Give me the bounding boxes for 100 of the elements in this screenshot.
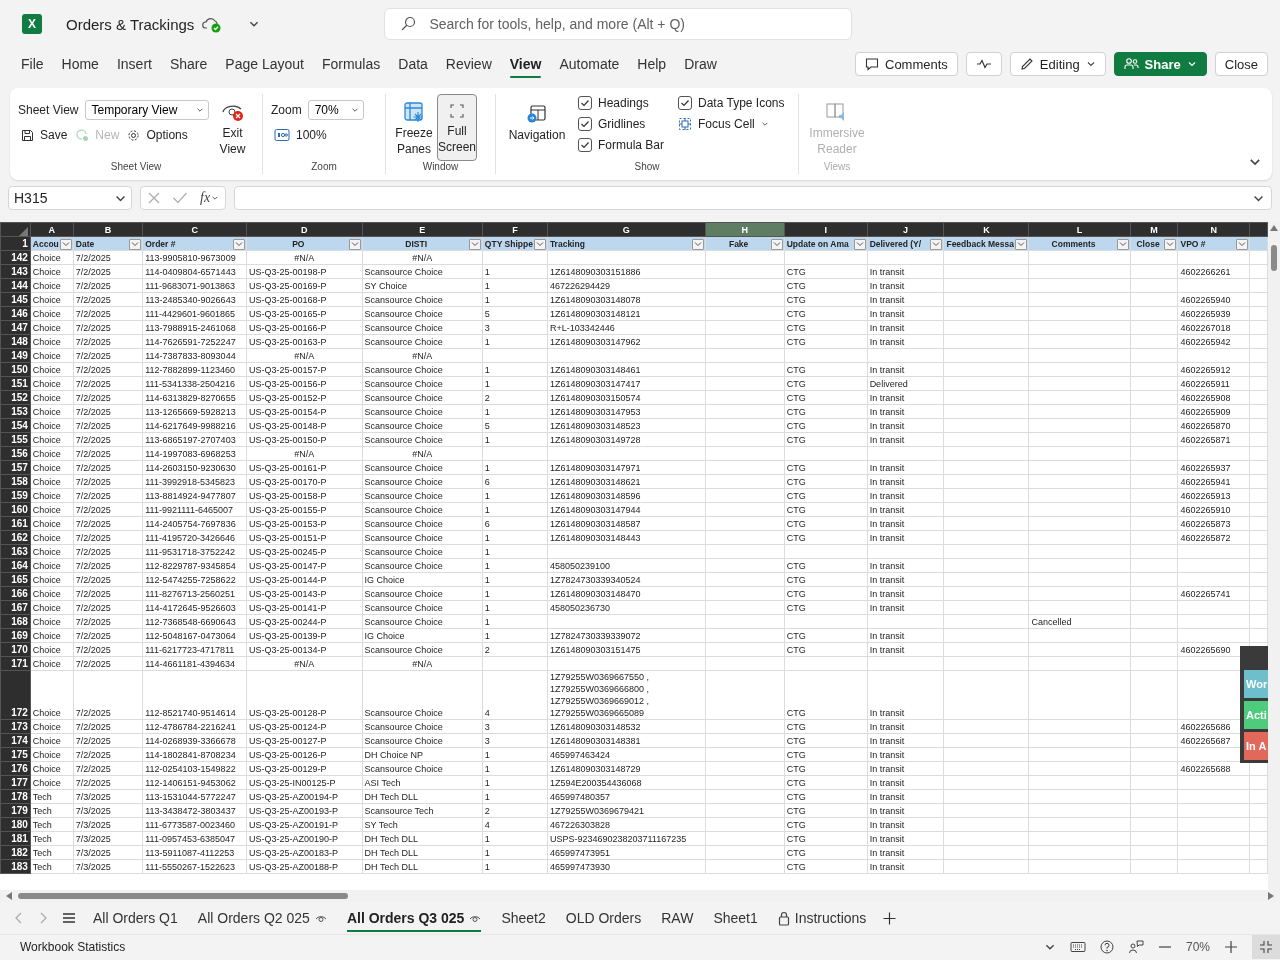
sheet-tab[interactable]: OLD Orders (556, 904, 651, 932)
checkbox-label[interactable]: Data Type Icons (698, 96, 785, 110)
filter-button[interactable] (930, 238, 943, 250)
checkbox[interactable] (678, 96, 693, 110)
exit-full-screen-button[interactable] (1252, 935, 1280, 959)
table-cell: In transit (867, 628, 944, 643)
activity-button[interactable] (965, 52, 1002, 76)
menu-tab[interactable]: Insert (107, 50, 161, 78)
name-box[interactable]: H315 (8, 186, 132, 210)
column-header[interactable]: G (547, 222, 706, 237)
comments-button[interactable]: Comments (855, 52, 958, 76)
focus-cell-button[interactable]: Focus Cell (678, 117, 785, 131)
table-cell: 7/2/2025 (73, 670, 143, 720)
menu-tab[interactable]: Review (436, 50, 501, 78)
column-header[interactable]: C (142, 222, 247, 237)
caret-icon (235, 241, 244, 247)
close-button[interactable]: Close (1214, 52, 1268, 76)
filter-button[interactable] (853, 238, 866, 250)
exit-view-button[interactable]: Exit View (214, 94, 251, 161)
sheet-tab[interactable]: Sheet2 (492, 904, 555, 932)
column-header[interactable]: A (30, 222, 74, 237)
cancel-icon[interactable] (146, 191, 161, 205)
editing-button[interactable]: Editing (1009, 52, 1106, 76)
sheet-tab[interactable]: All Orders Q3 025 (337, 904, 491, 932)
filter-button[interactable] (129, 238, 142, 250)
column-header[interactable]: B (73, 222, 143, 237)
formula-input[interactable] (234, 186, 1272, 210)
menu-tab[interactable]: Help (628, 50, 676, 78)
feedback-icon[interactable] (1127, 940, 1144, 954)
column-header[interactable]: I (784, 222, 868, 237)
search-field[interactable]: Search for tools, help, and more (Alt + Q) (384, 8, 853, 40)
save-button[interactable]: Save (18, 126, 71, 144)
column-header[interactable]: K (943, 222, 1029, 237)
excel-logo[interactable]: X (22, 14, 42, 34)
menu-tab[interactable]: View (500, 50, 551, 78)
filter-button[interactable] (1116, 238, 1129, 250)
menu-tab[interactable]: Formulas (312, 50, 390, 78)
filter-button[interactable] (691, 238, 704, 250)
menu-tab[interactable]: Share (160, 50, 217, 78)
arrow-up-icon[interactable] (1270, 225, 1278, 231)
filter-button[interactable] (1164, 238, 1177, 250)
menu-tab[interactable]: Draw (675, 50, 726, 78)
navigation-button[interactable]: Navigation (504, 94, 570, 161)
menu-tab[interactable]: Automate (550, 50, 629, 78)
sheet-tab[interactable]: All Orders Q1 (84, 904, 187, 932)
column-header[interactable]: H (705, 222, 785, 237)
share-button[interactable]: Share (1113, 52, 1207, 76)
arrow-left-icon[interactable] (6, 892, 12, 900)
column-header[interactable]: J (867, 222, 944, 237)
check-icon[interactable] (172, 191, 189, 205)
filter-button[interactable] (233, 238, 246, 250)
table-cell: Scansource Choice (362, 334, 483, 349)
row-number[interactable]: 172 (0, 670, 31, 720)
checkbox[interactable] (578, 138, 592, 152)
document-title[interactable]: Orders & Trackings (66, 15, 195, 33)
column-header[interactable]: M (1130, 222, 1178, 237)
zoom-100-button[interactable]: 100% (271, 126, 364, 144)
keyboard-icon[interactable] (1069, 941, 1086, 953)
zoom-level[interactable]: 70% (1185, 940, 1210, 954)
menu-tab[interactable]: Data (389, 50, 437, 78)
options-button[interactable]: Options (124, 126, 191, 144)
filter-button[interactable] (533, 238, 546, 250)
full-screen-button[interactable]: Full Screen (437, 94, 477, 161)
column-header[interactable]: E (362, 222, 483, 237)
checkbox-label[interactable]: Headings (598, 96, 649, 110)
filter-button[interactable] (1236, 238, 1249, 250)
menu-tab[interactable]: Page Layout (216, 50, 313, 78)
status-label[interactable]: Workbook Statistics (20, 940, 126, 954)
filter-button[interactable] (348, 238, 361, 250)
checkbox-label[interactable]: Formula Bar (598, 138, 665, 152)
column-header[interactable]: N (1178, 222, 1250, 237)
filter-button[interactable] (770, 238, 783, 250)
checkbox[interactable] (578, 117, 592, 131)
table-cell: Scansource Choice (362, 614, 483, 629)
column-header[interactable]: D (246, 222, 363, 237)
column-header[interactable]: L (1028, 222, 1131, 237)
sheet-tab[interactable]: All Orders Q2 025 (188, 904, 336, 932)
sheet-tab[interactable]: RAW (652, 904, 703, 932)
filter-button[interactable] (1015, 238, 1028, 250)
column-header[interactable]: F (482, 222, 548, 237)
zoom-dropdown[interactable]: 70% (307, 100, 364, 120)
menu-tab[interactable]: Home (52, 50, 108, 78)
scroll-thumb[interactable] (18, 893, 348, 899)
filter-button[interactable] (59, 238, 72, 250)
checkbox[interactable] (578, 96, 592, 110)
table-cell: 4602265937 (1178, 460, 1250, 475)
arrow-right-icon[interactable] (1268, 892, 1274, 900)
freeze-panes-button[interactable]: Freeze Panes (394, 94, 434, 161)
checkbox-label[interactable]: Gridlines (598, 117, 646, 131)
insert-function-button[interactable]: fx (200, 190, 220, 206)
sheet-view-dropdown[interactable]: Temporary View (84, 100, 209, 120)
filter-button[interactable] (468, 238, 481, 250)
select-all-corner[interactable] (0, 222, 31, 237)
menu-tab[interactable]: File (12, 50, 53, 78)
table-cell: 7/3/2025 (73, 789, 143, 804)
help-icon[interactable] (1099, 940, 1114, 954)
zoom-in-icon[interactable] (1224, 940, 1238, 954)
sheet-tab[interactable]: Sheet1 (704, 904, 767, 932)
scroll-thumb[interactable] (1271, 245, 1277, 271)
sheet-tab[interactable]: Instructions (768, 904, 876, 932)
